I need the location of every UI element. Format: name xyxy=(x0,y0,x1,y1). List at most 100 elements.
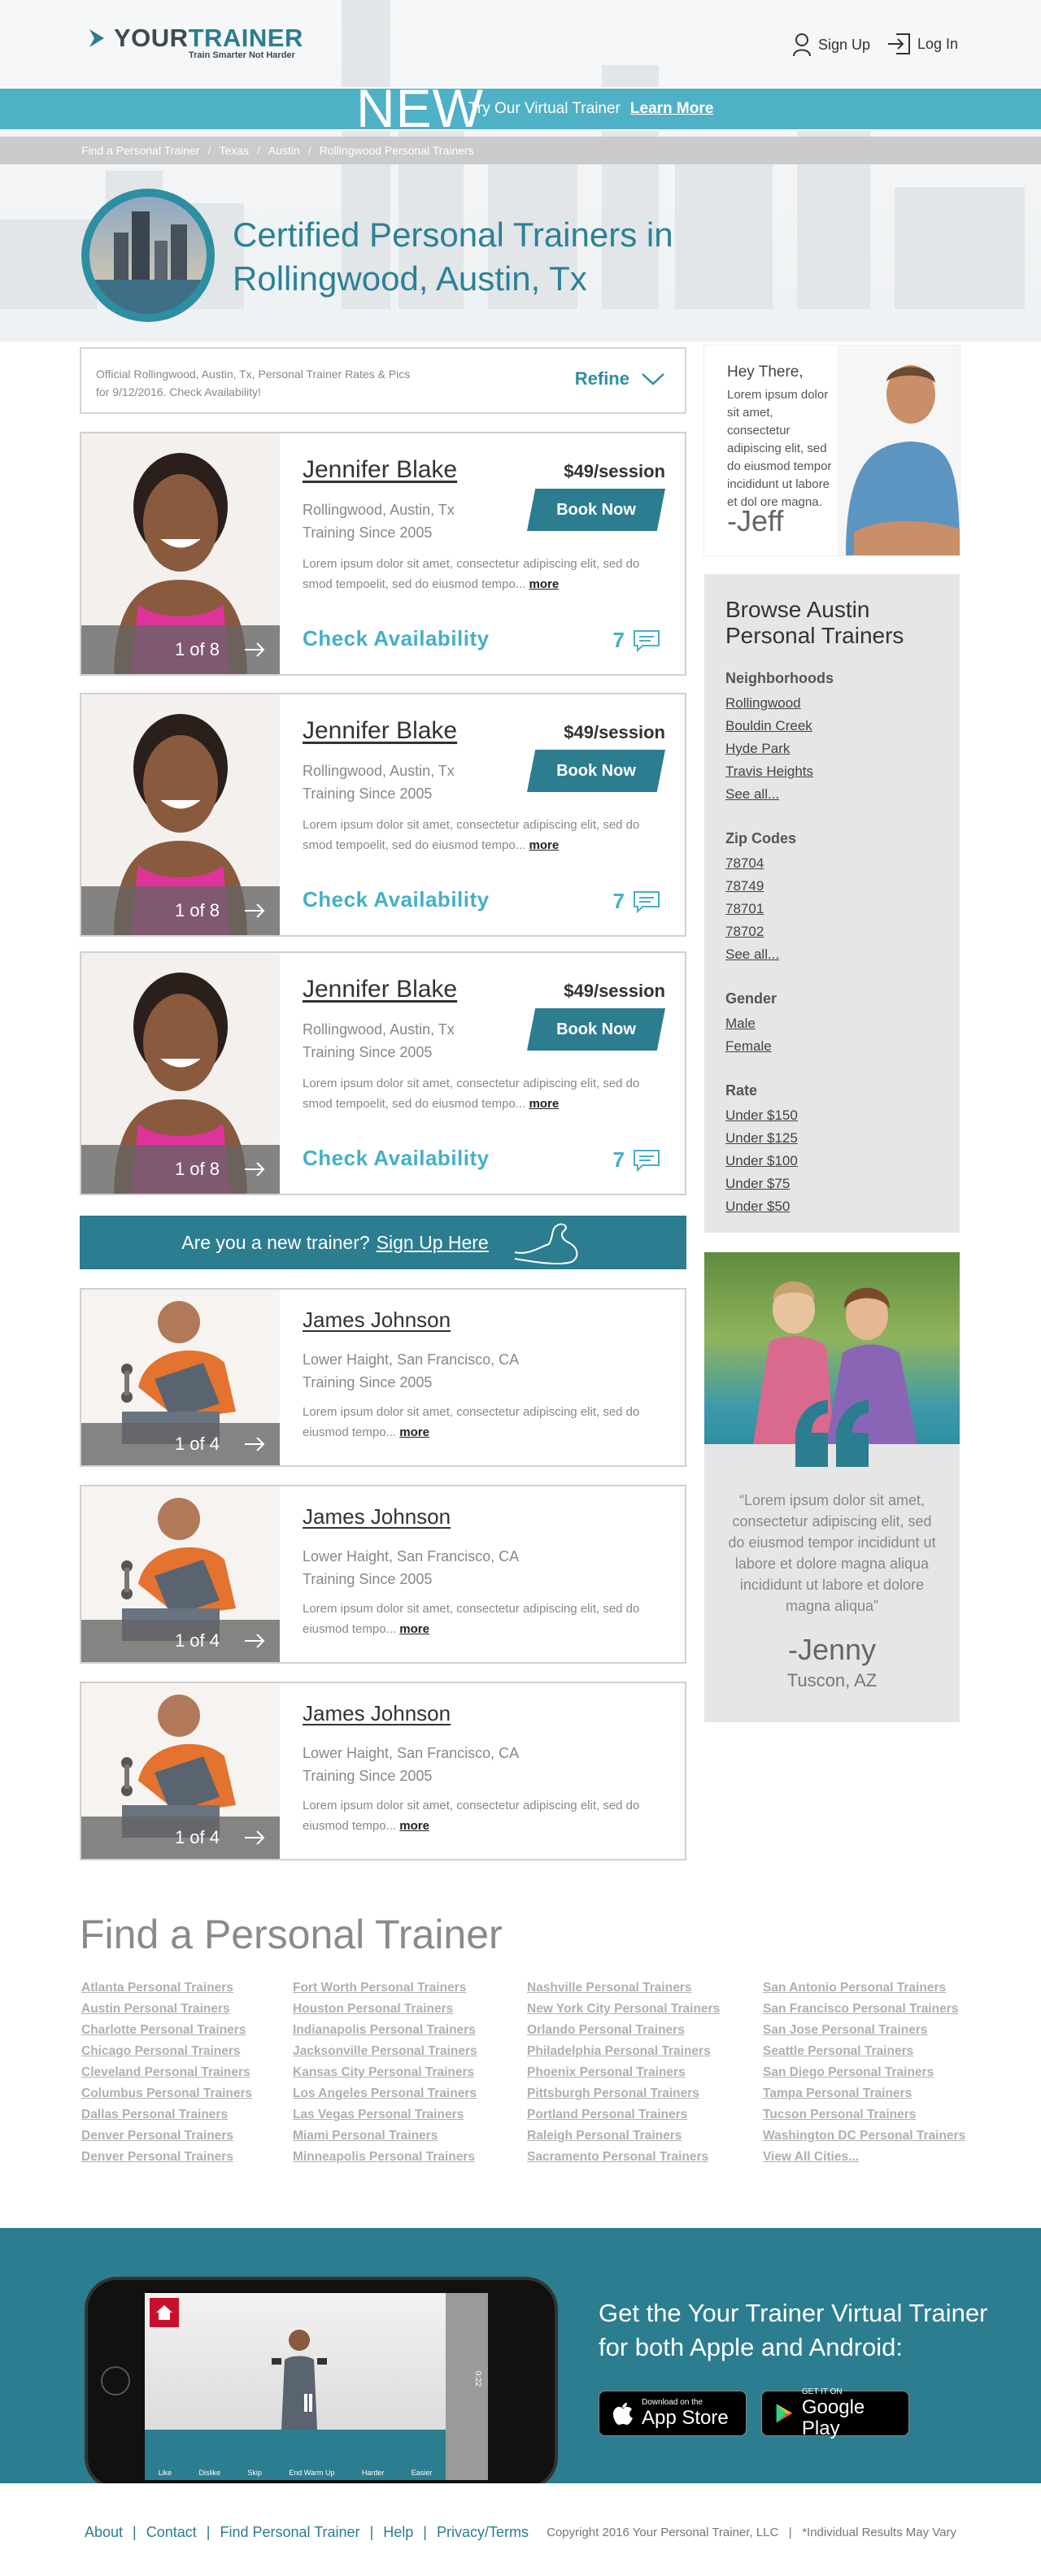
app-store-button[interactable]: Download on the App Store xyxy=(599,2391,747,2436)
reviews-count[interactable]: 7 xyxy=(613,628,660,653)
check-availability-link[interactable]: Check Availability xyxy=(303,1146,490,1171)
trainer-name[interactable]: Jennifer Blake xyxy=(303,456,457,484)
login-link[interactable]: Log In xyxy=(886,33,958,55)
arrow-right-icon[interactable] xyxy=(244,1830,265,1845)
browse-link[interactable]: Under $150 xyxy=(725,1104,939,1127)
breadcrumb-texas[interactable]: Texas xyxy=(219,144,249,157)
city-link[interactable]: Fort Worth Personal Trainers xyxy=(293,1978,477,1999)
signup-here-link[interactable]: Sign Up Here xyxy=(377,1232,489,1254)
breadcrumb-find-trainer[interactable]: Find a Personal Trainer xyxy=(81,144,200,157)
pause-icon[interactable] xyxy=(304,2394,312,2412)
city-link[interactable]: Indianapolis Personal Trainers xyxy=(293,2020,477,2041)
city-link[interactable]: Washington DC Personal Trainers xyxy=(763,2126,965,2147)
city-link[interactable]: Tampa Personal Trainers xyxy=(763,2083,965,2104)
check-availability-link[interactable]: Check Availability xyxy=(303,626,490,651)
browse-link[interactable]: 78701 xyxy=(725,898,939,920)
book-now-button[interactable]: Book Now xyxy=(527,489,665,531)
footer-help-link[interactable]: Help xyxy=(383,2524,413,2541)
city-link[interactable]: Seattle Personal Trainers xyxy=(763,2041,965,2062)
more-link[interactable]: more xyxy=(399,1622,429,1636)
city-link[interactable]: Portland Personal Trainers xyxy=(527,2104,720,2126)
browse-link[interactable]: 78702 xyxy=(725,920,939,943)
harder-button[interactable]: Harder xyxy=(362,2469,385,2477)
city-link[interactable]: Charlotte Personal Trainers xyxy=(81,2020,252,2041)
book-now-button[interactable]: Book Now xyxy=(527,750,665,792)
check-availability-link[interactable]: Check Availability xyxy=(303,887,490,912)
browse-link[interactable]: Bouldin Creek xyxy=(725,715,939,738)
footer-find-trainer-link[interactable]: Find Personal Trainer xyxy=(220,2524,359,2541)
reviews-count[interactable]: 7 xyxy=(613,1147,660,1173)
footer-privacy-link[interactable]: Privacy/Terms xyxy=(437,2524,529,2541)
more-link[interactable]: more xyxy=(529,577,559,591)
browse-link[interactable]: Rollingwood xyxy=(725,692,939,715)
reviews-count[interactable]: 7 xyxy=(613,889,660,914)
like-button[interactable]: Like xyxy=(159,2469,172,2477)
browse-link[interactable]: Hyde Park xyxy=(725,738,939,760)
city-link[interactable]: Jacksonville Personal Trainers xyxy=(293,2041,477,2062)
refine-button[interactable]: Refine xyxy=(575,368,665,389)
city-link[interactable]: Orlando Personal Trainers xyxy=(527,2020,720,2041)
city-link[interactable]: San Jose Personal Trainers xyxy=(763,2020,965,2041)
city-link[interactable]: Miami Personal Trainers xyxy=(293,2126,477,2147)
learn-more-link[interactable]: Learn More xyxy=(630,100,713,118)
easier-button[interactable]: Easier xyxy=(412,2469,433,2477)
city-link[interactable]: New York City Personal Trainers xyxy=(527,1999,720,2020)
browse-link[interactable]: See all... xyxy=(725,943,939,966)
city-link[interactable]: Chicago Personal Trainers xyxy=(81,2041,252,2062)
browse-link[interactable]: Under $100 xyxy=(725,1150,939,1173)
signup-link[interactable]: Sign Up xyxy=(792,33,870,57)
browse-link[interactable]: 78749 xyxy=(725,875,939,898)
book-now-button[interactable]: Book Now xyxy=(527,1008,665,1051)
home-icon[interactable] xyxy=(150,2298,179,2327)
city-link[interactable]: Austin Personal Trainers xyxy=(81,1999,252,2020)
city-link[interactable]: Kansas City Personal Trainers xyxy=(293,2062,477,2083)
city-link[interactable]: Denver Personal Trainers xyxy=(81,2126,252,2147)
city-link[interactable]: Sacramento Personal Trainers xyxy=(527,2147,720,2168)
google-play-button[interactable]: GET IT ON Google Play xyxy=(761,2387,909,2439)
city-link[interactable]: Denver Personal Trainers xyxy=(81,2147,252,2168)
city-link[interactable]: San Francisco Personal Trainers xyxy=(763,1999,965,2020)
more-link[interactable]: more xyxy=(399,1425,429,1439)
city-link[interactable]: Houston Personal Trainers xyxy=(293,1999,477,2020)
trainer-name[interactable]: Jennifer Blake xyxy=(303,976,457,1003)
city-link[interactable]: Los Angeles Personal Trainers xyxy=(293,2083,477,2104)
city-link[interactable]: View All Cities... xyxy=(763,2147,965,2168)
browse-link[interactable]: See all... xyxy=(725,783,939,806)
browse-link[interactable]: Under $75 xyxy=(725,1173,939,1195)
arrow-right-icon[interactable] xyxy=(244,642,265,657)
city-link[interactable]: Philadelphia Personal Trainers xyxy=(527,2041,720,2062)
arrow-right-icon[interactable] xyxy=(244,1162,265,1177)
more-link[interactable]: more xyxy=(529,838,559,852)
trainer-name[interactable]: Jennifer Blake xyxy=(303,717,457,745)
browse-link[interactable]: Female xyxy=(725,1035,939,1058)
city-link[interactable]: Atlanta Personal Trainers xyxy=(81,1978,252,1999)
browse-link[interactable]: Travis Heights xyxy=(725,760,939,783)
breadcrumb-austin[interactable]: Austin xyxy=(268,144,300,157)
more-link[interactable]: more xyxy=(399,1819,429,1833)
city-link[interactable]: Raleigh Personal Trainers xyxy=(527,2126,720,2147)
city-link[interactable]: Nashville Personal Trainers xyxy=(527,1978,720,1999)
city-link[interactable]: Cleveland Personal Trainers xyxy=(81,2062,252,2083)
city-link[interactable]: Pittsburgh Personal Trainers xyxy=(527,2083,720,2104)
skip-button[interactable]: Skip xyxy=(247,2469,262,2477)
dislike-button[interactable]: Dislike xyxy=(199,2469,221,2477)
footer-about-link[interactable]: About xyxy=(85,2524,123,2541)
city-link[interactable]: Las Vegas Personal Trainers xyxy=(293,2104,477,2126)
more-link[interactable]: more xyxy=(529,1097,559,1111)
arrow-right-icon[interactable] xyxy=(244,1437,265,1451)
browse-link[interactable]: Male xyxy=(725,1012,939,1035)
logo[interactable]: YOURTRAINER xyxy=(88,25,303,50)
trainer-name[interactable]: James Johnson xyxy=(303,1701,451,1726)
end-warmup-button[interactable]: End Warm Up xyxy=(289,2469,334,2477)
arrow-right-icon[interactable] xyxy=(244,903,265,918)
footer-contact-link[interactable]: Contact xyxy=(146,2524,197,2541)
trainer-name[interactable]: James Johnson xyxy=(303,1308,451,1333)
city-link[interactable]: Minneapolis Personal Trainers xyxy=(293,2147,477,2168)
browse-link[interactable]: Under $125 xyxy=(725,1127,939,1150)
city-link[interactable]: Phoenix Personal Trainers xyxy=(527,2062,720,2083)
browse-link[interactable]: 78704 xyxy=(725,852,939,875)
arrow-right-icon[interactable] xyxy=(244,1634,265,1648)
city-link[interactable]: Tucson Personal Trainers xyxy=(763,2104,965,2126)
city-link[interactable]: San Diego Personal Trainers xyxy=(763,2062,965,2083)
city-link[interactable]: San Antonio Personal Trainers xyxy=(763,1978,965,1999)
